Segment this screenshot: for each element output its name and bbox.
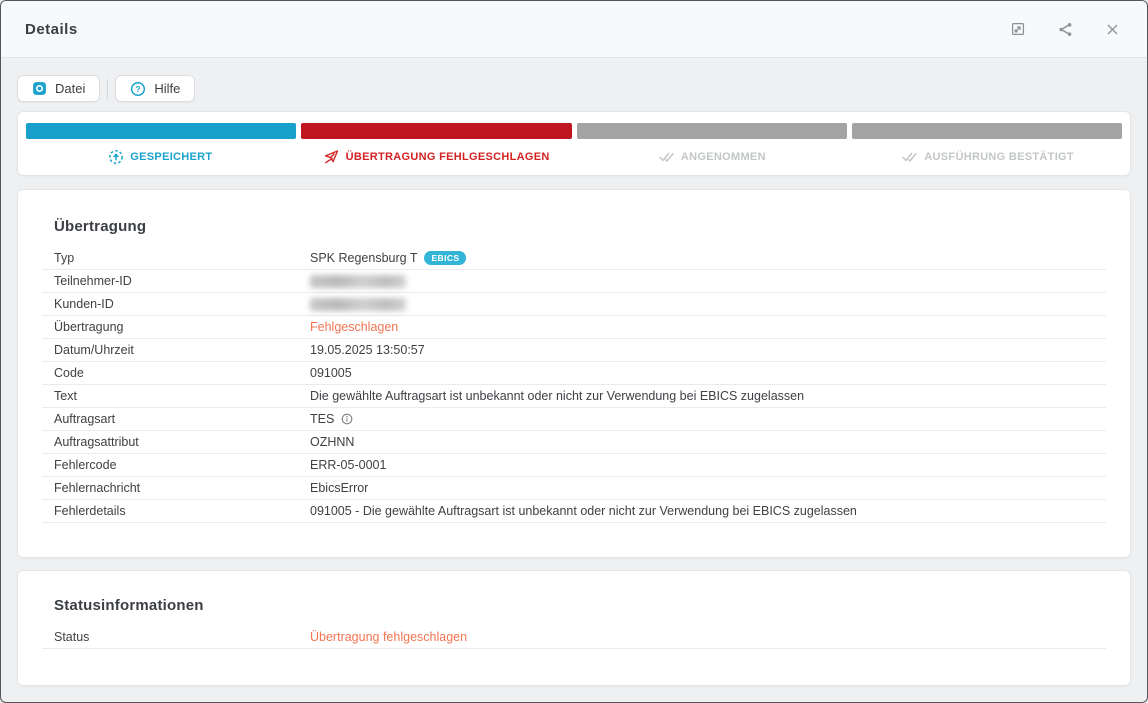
transfer-details-card: Übertragung TypSPK Regensburg T EBICS Teil…	[17, 189, 1131, 558]
row-label: Typ	[42, 251, 310, 265]
file-button[interactable]: Datei	[17, 75, 100, 102]
saved-icon	[108, 149, 124, 165]
row-value: 091005 - Die gewählte Auftragsart ist un…	[310, 504, 1106, 518]
row-label: Status	[42, 630, 310, 644]
row-label: Datum/Uhrzeit	[42, 343, 310, 357]
table-row: FehlercodeERR-05-0001	[42, 454, 1106, 477]
row-value: OZHNN	[310, 435, 1106, 449]
progress-step-label: AUSFÜHRUNG BESTÄTIGT	[852, 148, 1123, 165]
progress-bars	[25, 123, 1123, 139]
progress-step-text: ÜBERTRAGUNG FEHLGESCHLAGEN	[346, 151, 550, 163]
progress-bar-segment	[577, 123, 847, 139]
header-actions	[1009, 20, 1121, 38]
row-value: SPK Regensburg T EBICS	[310, 251, 1106, 265]
row-value-text: EbicsError	[310, 481, 368, 495]
progress-bar-segment	[26, 123, 296, 139]
table-row: Code091005	[42, 362, 1106, 385]
progress-bar-segment	[301, 123, 571, 139]
share-button[interactable]	[1056, 20, 1074, 38]
transfer-table: TypSPK Regensburg T EBICS Teilnehmer-ID Kun…	[42, 247, 1106, 523]
progress-step-text: GESPEICHERT	[130, 151, 212, 163]
row-value-text: ERR-05-0001	[310, 458, 386, 472]
row-value: Übertragung fehlgeschlagen	[310, 630, 1106, 644]
ebics-badge: EBICS	[424, 251, 466, 265]
table-row: Datum/Uhrzeit19.05.2025 13:50:57	[42, 339, 1106, 362]
row-value-text: Fehlgeschlagen	[310, 320, 398, 334]
dialog-header: Details	[1, 1, 1147, 58]
table-row: ÜbertragungFehlgeschlagen	[42, 316, 1106, 339]
table-row: Fehlerdetails091005 - Die gewählte Auftr…	[42, 500, 1106, 523]
row-value: Fehlgeschlagen	[310, 320, 1106, 334]
open-in-popup-icon	[1010, 21, 1026, 37]
row-value: Die gewählte Auftragsart ist unbekannt o…	[310, 389, 1106, 403]
redacted-value	[310, 275, 406, 288]
table-row: Kunden-ID	[42, 293, 1106, 316]
close-icon	[1105, 22, 1120, 37]
progress-step-text: AUSFÜHRUNG BESTÄTIGT	[924, 151, 1074, 163]
row-label: Fehlercode	[42, 458, 310, 472]
table-row: AuftragsattributOZHNN	[42, 431, 1106, 454]
table-row: AuftragsartTES	[42, 408, 1106, 431]
row-value-text: 19.05.2025 13:50:57	[310, 343, 425, 357]
row-label: Auftragsattribut	[42, 435, 310, 449]
redacted-value	[310, 298, 406, 311]
help-icon: ?	[130, 81, 146, 97]
progress-step-text: ANGENOMMEN	[681, 151, 766, 163]
row-value: TES	[310, 412, 1106, 426]
row-value-text: 091005 - Die gewählte Auftragsart ist un…	[310, 504, 857, 518]
row-label: Übertragung	[42, 320, 310, 334]
transfer-section-title: Übertragung	[42, 218, 1106, 235]
row-value: ERR-05-0001	[310, 458, 1106, 472]
file-icon	[32, 81, 47, 96]
row-label: Auftragsart	[42, 412, 310, 426]
file-button-label: Datei	[55, 81, 85, 96]
toolbar-divider	[107, 79, 108, 99]
row-label: Fehlernachricht	[42, 481, 310, 495]
progress-step-label: ANGENOMMEN	[577, 148, 848, 165]
double-check-icon	[901, 148, 918, 165]
help-button-label: Hilfe	[154, 81, 180, 96]
row-label: Kunden-ID	[42, 297, 310, 311]
table-row: Teilnehmer-ID	[42, 270, 1106, 293]
double-check-icon	[658, 148, 675, 165]
progress-step-label: ÜBERTRAGUNG FEHLGESCHLAGEN	[301, 148, 572, 165]
details-dialog: Details Datei	[0, 0, 1148, 703]
status-section-title: Statusinformationen	[42, 597, 1106, 614]
share-icon	[1057, 21, 1074, 38]
row-value-text: Übertragung fehlgeschlagen	[310, 630, 467, 644]
table-row: FehlernachrichtEbicsError	[42, 477, 1106, 500]
svg-text:?: ?	[136, 84, 141, 94]
row-value: 091005	[310, 366, 1106, 380]
row-label: Teilnehmer-ID	[42, 274, 310, 288]
row-value	[310, 275, 1106, 288]
table-row: TextDie gewählte Auftragsart ist unbekan…	[42, 385, 1106, 408]
row-value-text: SPK Regensburg T	[310, 251, 417, 265]
row-value-text: OZHNN	[310, 435, 354, 449]
row-value-text: 091005	[310, 366, 352, 380]
table-row: StatusÜbertragung fehlgeschlagen	[42, 626, 1106, 649]
help-button[interactable]: ? Hilfe	[115, 75, 195, 102]
info-icon[interactable]	[341, 413, 353, 425]
table-row: TypSPK Regensburg T EBICS	[42, 247, 1106, 270]
progress-bar-segment	[852, 123, 1122, 139]
page-title: Details	[25, 21, 78, 38]
row-label: Text	[42, 389, 310, 403]
close-button[interactable]	[1103, 20, 1121, 38]
status-progress-card: GESPEICHERT ÜBERTRAGUNG FEHLGESCHLAGEN ANG…	[17, 111, 1131, 176]
progress-step-labels: GESPEICHERT ÜBERTRAGUNG FEHLGESCHLAGEN ANG…	[25, 148, 1123, 165]
row-value: 19.05.2025 13:50:57	[310, 343, 1106, 357]
row-label: Fehlerdetails	[42, 504, 310, 518]
row-value: EbicsError	[310, 481, 1106, 495]
status-table: StatusÜbertragung fehlgeschlagen	[42, 626, 1106, 649]
send-failed-icon	[323, 148, 340, 165]
progress-step-label: GESPEICHERT	[25, 148, 296, 165]
row-value	[310, 298, 1106, 311]
row-value-text: TES	[310, 412, 334, 426]
row-label: Code	[42, 366, 310, 380]
toolbar: Datei ? Hilfe	[17, 75, 1131, 102]
row-value-text: Die gewählte Auftragsart ist unbekannt o…	[310, 389, 804, 403]
status-info-card: Statusinformationen StatusÜbertragung fe…	[17, 570, 1131, 686]
open-in-popup-button[interactable]	[1009, 20, 1027, 38]
